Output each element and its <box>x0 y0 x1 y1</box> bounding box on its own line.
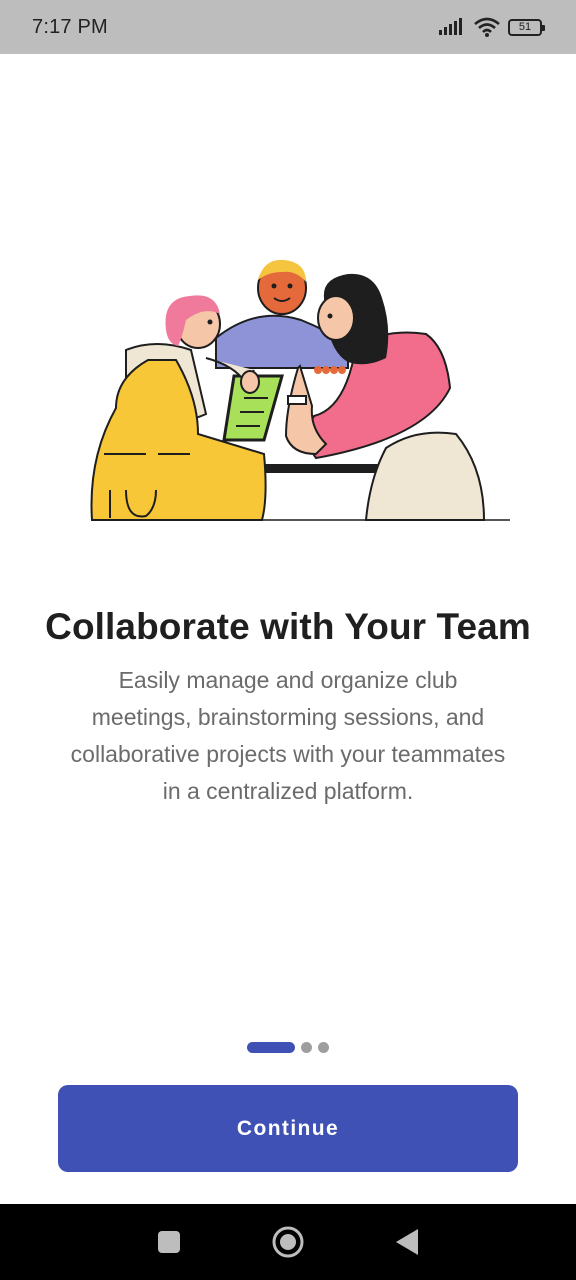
status-bar: 7:17 PM 51 <box>0 0 576 54</box>
page-indicator-dot-active <box>247 1042 295 1053</box>
home-button[interactable] <box>268 1222 308 1262</box>
recent-apps-icon <box>158 1231 181 1253</box>
navigation-bar <box>0 1204 576 1280</box>
signal-icon <box>439 18 462 35</box>
status-icons: 51 <box>438 17 545 37</box>
page-indicator <box>0 1042 576 1053</box>
page-indicator-dot <box>301 1042 312 1053</box>
battery-icon: 51 <box>508 18 545 36</box>
recent-apps-button[interactable] <box>149 1222 189 1262</box>
page-indicator-dot <box>318 1042 329 1053</box>
home-icon <box>272 1226 304 1258</box>
page-description: Easily manage and organize club meetings… <box>70 667 506 804</box>
team-collaboration-illustration <box>90 259 510 521</box>
wifi-icon <box>474 17 500 37</box>
page-title: Collaborate with Your Team <box>45 606 531 647</box>
status-time: 7:17 PM <box>32 15 108 38</box>
battery-level: 51 <box>518 20 532 33</box>
back-icon <box>395 1229 418 1255</box>
back-button[interactable] <box>387 1222 427 1262</box>
continue-button[interactable]: Continue <box>58 1085 518 1172</box>
